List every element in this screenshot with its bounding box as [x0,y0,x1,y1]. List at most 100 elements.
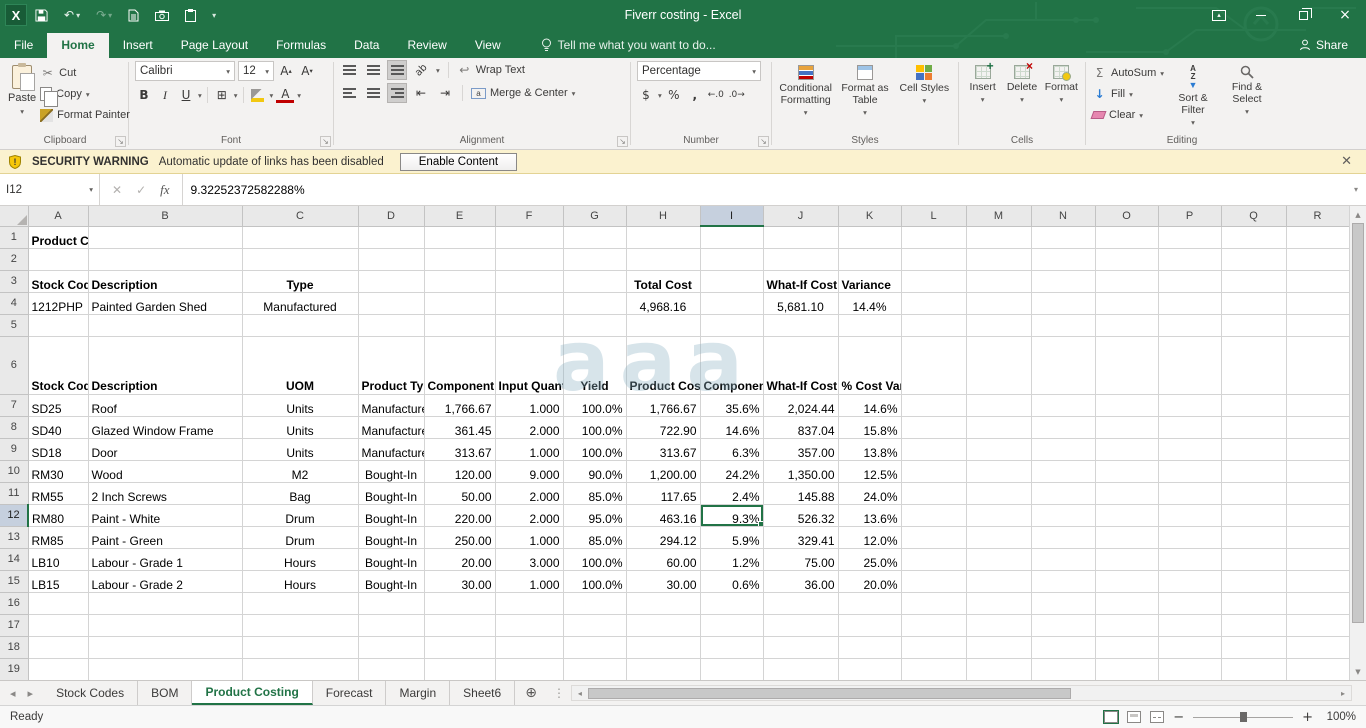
cell-J16[interactable] [763,592,838,614]
increase-indent-button[interactable]: ⇥ [436,84,454,102]
col-header-E[interactable]: E [424,206,495,226]
merge-center-button[interactable]: aMerge & Center▾ [471,84,575,102]
underline-button[interactable]: U [177,86,195,104]
enable-content-button[interactable]: Enable Content [400,153,517,171]
cell-O10[interactable] [1095,460,1158,482]
cell-M18[interactable] [966,636,1031,658]
cell-C9[interactable]: Units [242,438,358,460]
cell-I8[interactable]: 14.6% [700,416,763,438]
cell-J8[interactable]: 837.04 [763,416,838,438]
cell-Q9[interactable] [1221,438,1286,460]
cell-P7[interactable] [1158,394,1221,416]
cell-C17[interactable] [242,614,358,636]
cell-L12[interactable] [901,504,966,526]
cell-R16[interactable] [1286,592,1349,614]
col-header-A[interactable]: A [28,206,88,226]
cell-G14[interactable]: 100.0% [563,548,626,570]
cell-P12[interactable] [1158,504,1221,526]
cell-P13[interactable] [1158,526,1221,548]
cell-G7[interactable]: 100.0% [563,394,626,416]
cell-A7[interactable]: SD25 [28,394,88,416]
top-align-button[interactable] [340,61,358,79]
cell-O12[interactable] [1095,504,1158,526]
cell-C19[interactable] [242,658,358,680]
cell-F4[interactable] [495,292,563,314]
sheet-nav-right-icon[interactable]: ▸ [28,687,34,700]
cell-P8[interactable] [1158,416,1221,438]
cell-J2[interactable] [763,248,838,270]
cell-D15[interactable]: Bought-In [358,570,424,592]
cell-O17[interactable] [1095,614,1158,636]
tab-formulas[interactable]: Formulas [262,33,340,58]
cell-K12[interactable]: 13.6% [838,504,901,526]
qat-clipboard-button[interactable] [185,9,196,22]
cell-F6[interactable]: Input Quantity [495,336,563,394]
italic-button[interactable]: I [156,86,174,104]
cell-A16[interactable] [28,592,88,614]
cell-D10[interactable]: Bought-In [358,460,424,482]
cell-F1[interactable] [495,226,563,248]
cell-E17[interactable] [424,614,495,636]
cell-R3[interactable] [1286,270,1349,292]
cell-M1[interactable] [966,226,1031,248]
cell-N13[interactable] [1031,526,1095,548]
cell-B8[interactable]: Glazed Window Frame [88,416,242,438]
cell-C6[interactable]: UOM [242,336,358,394]
sort-filter-button[interactable]: AZ▼ Sort & Filter▾ [1168,61,1218,134]
horizontal-scrollbar[interactable]: ◂ ▸ [571,685,1352,701]
cell-A11[interactable]: RM55 [28,482,88,504]
cell-I3[interactable] [700,270,763,292]
restore-button[interactable] [1282,0,1324,30]
cell-J14[interactable]: 75.00 [763,548,838,570]
cell-B16[interactable] [88,592,242,614]
shrink-font-button[interactable]: A▾ [298,62,316,80]
wrap-text-button[interactable]: ↩Wrap Text [457,61,525,79]
cell-O1[interactable] [1095,226,1158,248]
cell-R17[interactable] [1286,614,1349,636]
sheet-tab-forecast[interactable]: Forecast [313,681,387,705]
row-header-12[interactable]: 12 [0,504,28,526]
cell-K18[interactable] [838,636,901,658]
col-header-K[interactable]: K [838,206,901,226]
cell-Q15[interactable] [1221,570,1286,592]
close-warning-icon[interactable]: ✕ [1335,154,1358,169]
cell-G5[interactable] [563,314,626,336]
cell-E13[interactable]: 250.00 [424,526,495,548]
cut-button[interactable]: ✂Cut [40,64,130,82]
cell-O6[interactable] [1095,336,1158,394]
cell-R10[interactable] [1286,460,1349,482]
cell-N2[interactable] [1031,248,1095,270]
cell-O3[interactable] [1095,270,1158,292]
excel-app-icon[interactable]: X [5,4,27,26]
col-header-G[interactable]: G [563,206,626,226]
cell-H17[interactable] [626,614,700,636]
col-header-I[interactable]: I [700,206,763,226]
cell-I13[interactable]: 5.9% [700,526,763,548]
cell-B3[interactable]: Description [88,270,242,292]
cell-D18[interactable] [358,636,424,658]
row-header-13[interactable]: 13 [0,526,28,548]
bottom-align-button[interactable] [388,61,406,79]
select-all-corner[interactable] [0,206,28,226]
cell-F17[interactable] [495,614,563,636]
cell-A18[interactable] [28,636,88,658]
cell-I10[interactable]: 24.2% [700,460,763,482]
cell-F5[interactable] [495,314,563,336]
fill-button[interactable]: ↓Fill▾ [1092,85,1164,103]
cell-B7[interactable]: Roof [88,394,242,416]
cell-Q11[interactable] [1221,482,1286,504]
cell-P11[interactable] [1158,482,1221,504]
col-header-O[interactable]: O [1095,206,1158,226]
cell-M7[interactable] [966,394,1031,416]
cell-Q12[interactable] [1221,504,1286,526]
cell-L9[interactable] [901,438,966,460]
cell-A12[interactable]: RM80 [28,504,88,526]
cell-K7[interactable]: 14.6% [838,394,901,416]
cell-E5[interactable] [424,314,495,336]
cell-Q5[interactable] [1221,314,1286,336]
cell-styles-button[interactable]: Cell Styles▾ [897,61,952,134]
cell-C7[interactable]: Units [242,394,358,416]
cell-M3[interactable] [966,270,1031,292]
row-header-19[interactable]: 19 [0,658,28,680]
cell-J10[interactable]: 1,350.00 [763,460,838,482]
